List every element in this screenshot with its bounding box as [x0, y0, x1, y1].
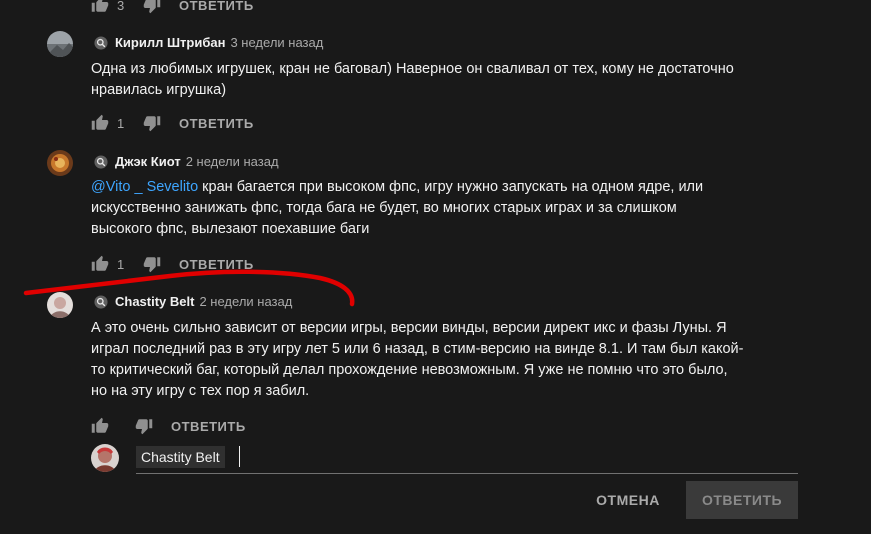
red-annotation-stroke — [23, 269, 355, 307]
